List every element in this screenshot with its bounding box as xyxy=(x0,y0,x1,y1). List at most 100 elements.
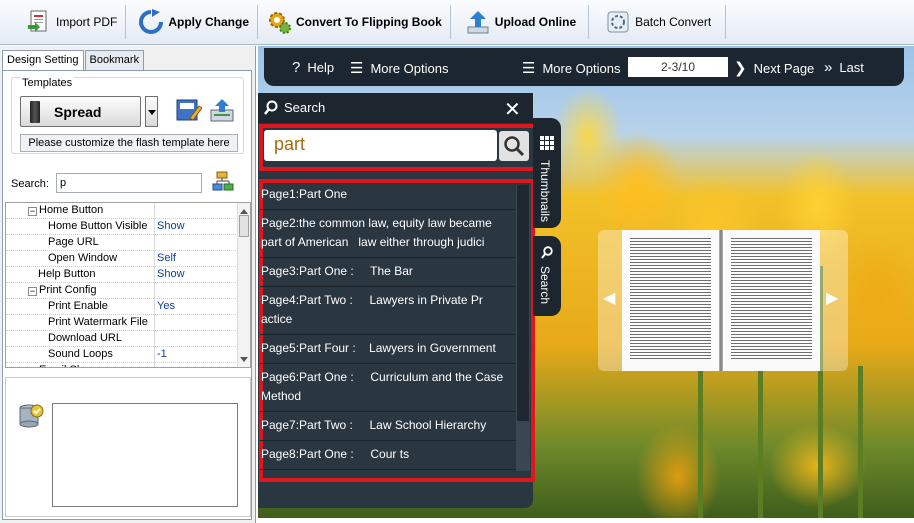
scroll-down-icon[interactable] xyxy=(240,357,248,366)
more-options-right-button[interactable]: ☰ More Options xyxy=(522,59,621,77)
right-page[interactable] xyxy=(723,230,820,371)
search-result-item[interactable]: Page2:the common law, equity law became … xyxy=(260,210,516,258)
property-name-text: Open Window xyxy=(48,252,118,264)
property-row[interactable]: Open Window Self xyxy=(6,251,240,267)
search-query-input[interactable]: part xyxy=(264,130,497,161)
tab-bookmark[interactable]: Bookmark xyxy=(84,50,145,70)
template-dropdown-arrow[interactable] xyxy=(145,96,158,127)
property-value[interactable]: -1 xyxy=(157,348,167,360)
background-decoration xyxy=(858,366,863,518)
tab-design-setting[interactable]: Design Setting xyxy=(2,50,84,72)
book-icon xyxy=(30,100,40,123)
property-row[interactable]: Print Enable Yes xyxy=(6,299,240,315)
template-select-button[interactable]: Spread xyxy=(20,96,141,127)
tab-search[interactable]: Search xyxy=(533,236,561,316)
property-value[interactable]: Self xyxy=(157,252,176,264)
more-options-left-button[interactable]: ☰ More Options xyxy=(350,59,449,77)
collapse-icon[interactable]: − xyxy=(30,367,35,368)
customize-template-button[interactable]: Please customize the flash template here xyxy=(20,134,238,152)
column-divider xyxy=(154,299,155,315)
scrollbar-thumb[interactable] xyxy=(517,185,529,421)
convert-flipping-book-button[interactable]: Convert To Flipping Book xyxy=(260,1,448,44)
column-divider xyxy=(154,203,155,219)
list-icon: ☰ xyxy=(350,60,364,77)
batch-convert-button[interactable]: Batch Convert xyxy=(599,1,717,44)
template-name: Spread xyxy=(54,103,102,120)
last-page-button[interactable]: » Last xyxy=(824,59,864,76)
property-search-input[interactable]: p xyxy=(56,173,202,193)
property-name-text: Help Button xyxy=(38,268,96,280)
search-result-item[interactable]: Page3:Part One : The Bar xyxy=(260,258,516,287)
batch-convert-label: Batch Convert xyxy=(635,15,712,29)
search-result-item[interactable]: Page1:Part One xyxy=(260,181,516,210)
search-result-item[interactable]: Page9:Part Two : Judges xyxy=(260,470,516,477)
property-row[interactable]: Print Watermark File xyxy=(6,315,240,331)
tab-thumbnails-label: Thumbnails xyxy=(538,160,552,223)
import-pdf-label: Import PDF xyxy=(56,15,118,29)
property-name-text: Home Button xyxy=(39,204,104,216)
properties-grid: − Home Button Home Button Visible Show Page … xyxy=(5,202,251,368)
property-name-text: Page URL xyxy=(48,236,99,248)
search-icon xyxy=(541,246,553,263)
column-divider xyxy=(154,283,155,299)
property-name: Home Button Visible xyxy=(48,220,147,232)
property-tree-icon[interactable] xyxy=(211,171,235,193)
import-pdf-icon xyxy=(26,9,52,35)
search-panel-header: Search ✕ xyxy=(258,93,533,123)
property-row[interactable]: − Print Config xyxy=(6,283,240,299)
column-divider xyxy=(154,251,155,267)
save-template-icon[interactable] xyxy=(208,96,236,124)
close-icon[interactable]: ✕ xyxy=(504,97,521,122)
next-page-button[interactable]: ❯ Next Page xyxy=(734,59,814,77)
convert-flipping-book-label: Convert To Flipping Book xyxy=(296,15,442,29)
property-row[interactable]: Help Button Show xyxy=(6,267,240,283)
results-scrollbar[interactable] xyxy=(516,185,530,471)
search-submit-button[interactable] xyxy=(499,131,529,161)
edit-template-icon[interactable] xyxy=(174,96,203,124)
upload-online-button[interactable]: Upload Online xyxy=(459,1,582,44)
property-value[interactable]: Show xyxy=(157,268,185,280)
grid-icon xyxy=(540,136,554,153)
help-button[interactable]: ? Help xyxy=(292,59,334,76)
last-page-label: Last xyxy=(839,60,864,75)
search-panel: Search ✕ part Page1:Part One Page2:the co… xyxy=(258,93,537,508)
property-row[interactable]: Download URL xyxy=(6,331,240,347)
property-value[interactable]: Show xyxy=(157,220,185,232)
previous-page-arrow-icon[interactable]: ◀ xyxy=(603,288,615,308)
help-label: Help xyxy=(307,60,335,75)
search-result-item[interactable]: Page5:Part Four : Lawyers in Government xyxy=(260,335,516,364)
import-pdf-button[interactable]: Import PDF xyxy=(20,1,123,44)
next-page-arrow-icon[interactable]: ▶ xyxy=(826,288,838,308)
search-results-list: Page1:Part One Page2:the common law, equi… xyxy=(260,181,516,477)
property-value[interactable]: Yes xyxy=(157,300,175,312)
apply-change-button[interactable]: Apply Change xyxy=(132,1,255,44)
property-row[interactable]: Page URL xyxy=(6,235,240,251)
search-result-item[interactable]: Page4:Part Two : Lawyers in Private Pr a… xyxy=(260,287,516,335)
properties-scrollbar[interactable] xyxy=(237,203,250,367)
double-chevron-right-icon: » xyxy=(824,59,833,76)
collapse-icon[interactable]: − xyxy=(28,287,37,296)
property-row[interactable]: − Email Share xyxy=(6,363,240,368)
search-icon xyxy=(264,100,278,119)
flipbook-spread[interactable] xyxy=(598,230,848,371)
upload-icon xyxy=(465,9,491,35)
property-row[interactable]: Home Button Visible Show xyxy=(6,219,240,235)
more-options-left-label: More Options xyxy=(370,60,449,76)
search-result-item[interactable]: Page6:Part One : Curriculum and the Case… xyxy=(260,364,516,412)
property-name-text: Print Watermark File xyxy=(48,316,148,328)
scrollbar-thumb[interactable] xyxy=(239,215,249,237)
collapse-icon[interactable]: − xyxy=(28,207,37,216)
property-row[interactable]: Sound Loops -1 xyxy=(6,347,240,363)
main-toolbar: Import PDF Apply Change Convert To Flipp… xyxy=(0,0,914,45)
column-divider xyxy=(154,219,155,235)
page-indicator-input[interactable]: 2-3/10 xyxy=(628,57,728,77)
search-result-item[interactable]: Page8:Part One : Cour ts xyxy=(260,441,516,470)
upload-online-label: Upload Online xyxy=(494,15,577,29)
left-page[interactable] xyxy=(622,230,719,371)
property-row[interactable]: − Home Button xyxy=(6,203,240,219)
scroll-up-icon[interactable] xyxy=(240,205,248,214)
search-result-item[interactable]: Page7:Part Two : Law School Hierarchy xyxy=(260,412,516,441)
tab-thumbnails[interactable]: Thumbnails xyxy=(533,118,561,228)
toolbar-separator xyxy=(725,5,727,39)
viewer-toolbar: ? Help ☰ More Options ☰ More Options 2-3… xyxy=(264,48,904,86)
